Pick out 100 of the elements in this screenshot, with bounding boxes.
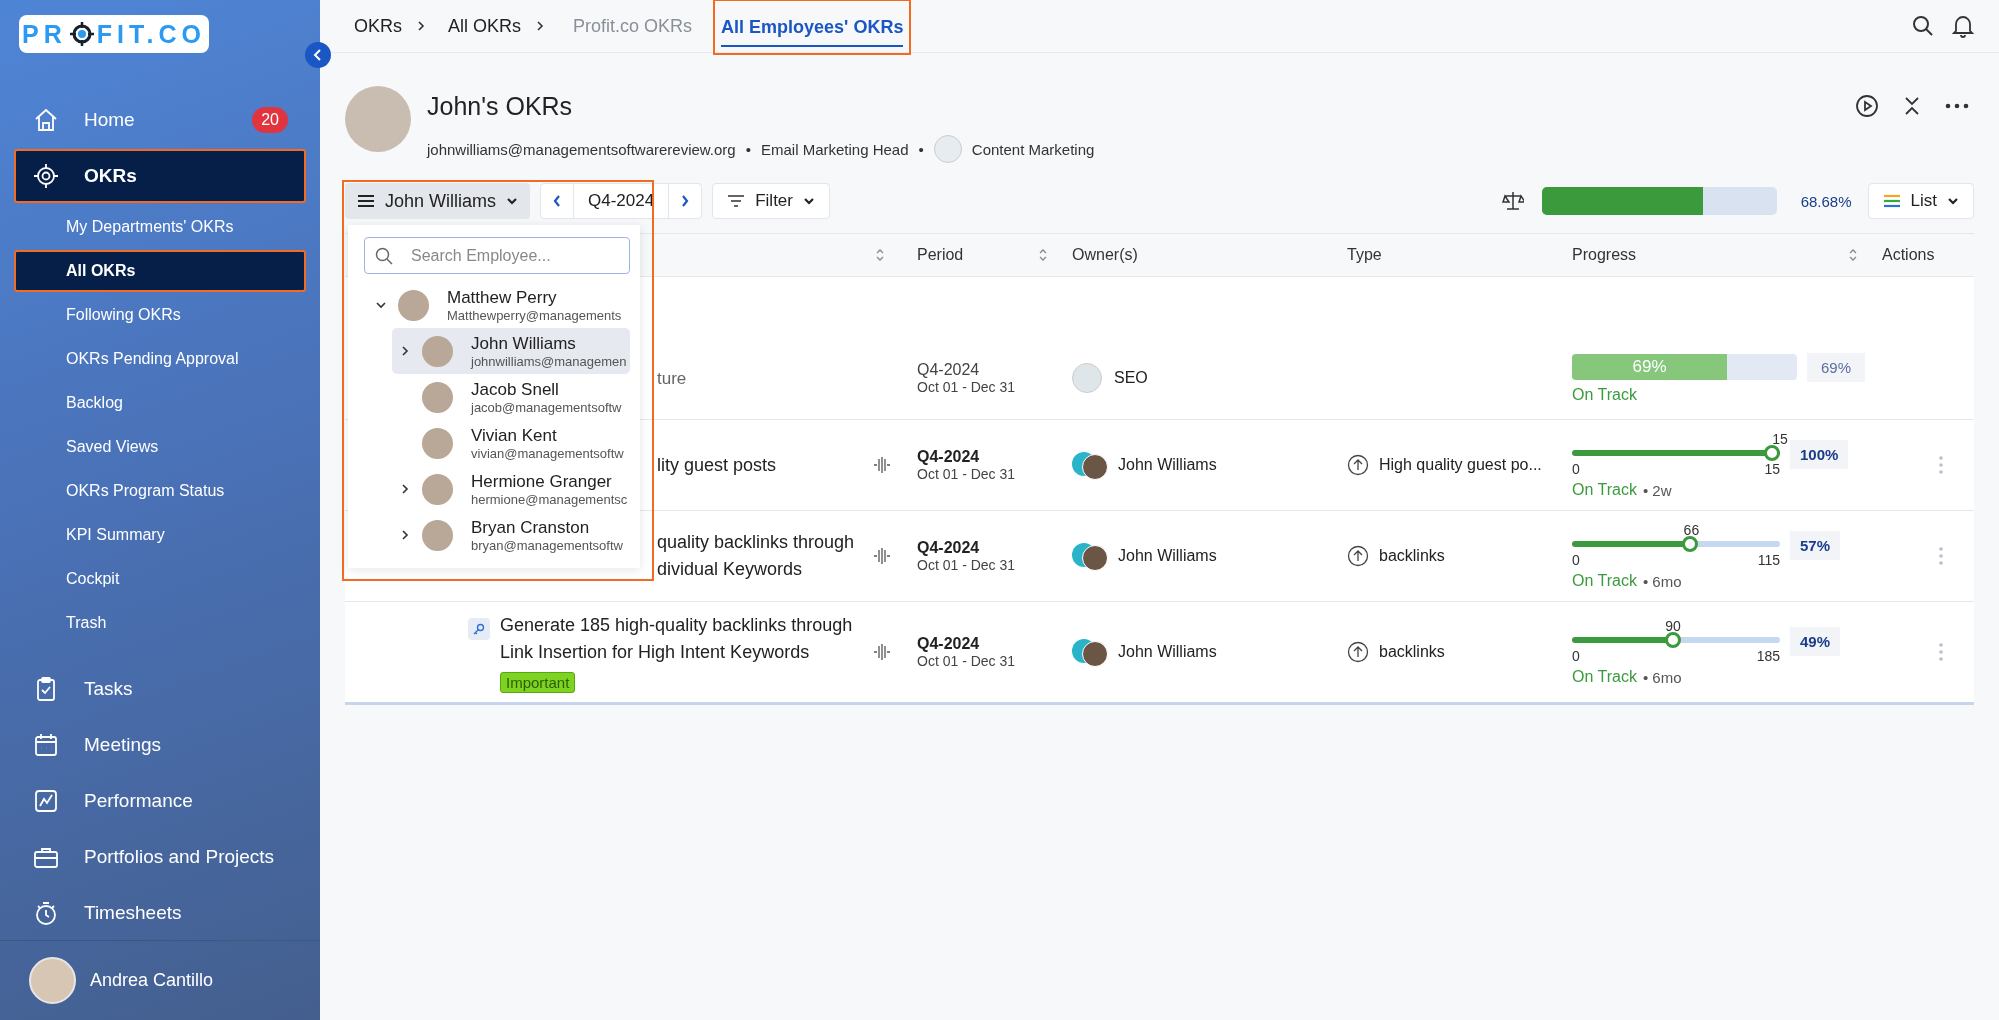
- sort-icon[interactable]: [875, 248, 885, 262]
- nav-subitem[interactable]: Saved Views: [14, 426, 306, 469]
- okr-title[interactable]: quality backlinks through dividual Keywords: [657, 529, 863, 583]
- collapse-button[interactable]: [305, 42, 331, 68]
- next-icon[interactable]: [680, 194, 691, 208]
- nav-item[interactable]: Performance: [14, 774, 306, 829]
- kr-type: High quality guest po...: [1379, 456, 1542, 474]
- caret-icon: [506, 197, 519, 205]
- breadcrumb-link[interactable]: All OKRs: [448, 15, 522, 37]
- employee-dropdown[interactable]: John Williams: [345, 183, 531, 219]
- slider-handle[interactable]: [1764, 445, 1780, 461]
- department-name: Content Marketing: [971, 140, 1095, 158]
- caret-icon: [803, 197, 815, 205]
- sort-icon[interactable]: [1038, 248, 1048, 262]
- list-icon: [1882, 194, 1901, 208]
- last-update: • 2w: [1642, 481, 1672, 499]
- period-text: Q4-2024: [917, 448, 981, 466]
- okr-title[interactable]: ture: [657, 364, 687, 392]
- filter-icon: [727, 194, 746, 208]
- target-value: 185: [1756, 648, 1780, 664]
- nav-subitem[interactable]: All OKRs: [14, 250, 306, 293]
- nav-subitem[interactable]: Backlog: [14, 382, 306, 425]
- nav-item[interactable]: Home 20: [14, 93, 306, 148]
- owner-name: John Williams: [1118, 456, 1217, 474]
- nav-item[interactable]: OKRs: [14, 149, 306, 204]
- nav-item[interactable]: Portfolios and Projects: [14, 830, 306, 885]
- percent-value: 100%: [1790, 439, 1849, 469]
- employee-item[interactable]: John Williams johnwilliams@managemen: [392, 328, 630, 374]
- employee-item[interactable]: Jacob Snell jacob@managementsoftw: [392, 374, 630, 420]
- period-selector[interactable]: Q4-2024: [540, 183, 703, 219]
- view-dropdown[interactable]: List: [1867, 183, 1974, 219]
- owner-avatar: [1072, 452, 1106, 478]
- nav-item[interactable]: Meetings: [14, 718, 306, 773]
- alignment-icon[interactable]: [873, 546, 891, 566]
- owner-avatar: [1072, 543, 1106, 569]
- bell-icon[interactable]: [1952, 14, 1974, 38]
- nav-item[interactable]: Timesheets: [14, 886, 306, 941]
- employee-item[interactable]: Matthew Perry Matthewperry@managements: [374, 282, 630, 328]
- last-update: • 6mo: [1642, 668, 1682, 686]
- user-avatar[interactable]: [29, 957, 76, 1005]
- owner-name: John Williams: [1118, 643, 1217, 661]
- progress-bar: 69%: [1572, 354, 1797, 380]
- notification-badge: 20: [252, 107, 288, 134]
- increase-icon: [1347, 454, 1369, 476]
- column-header: Period: [917, 246, 964, 264]
- slider-handle[interactable]: [1665, 632, 1682, 648]
- start-value: 0: [1572, 648, 1580, 664]
- target-value: 15: [1764, 461, 1780, 477]
- kr-type: backlinks: [1379, 547, 1445, 565]
- employee-item[interactable]: Vivian Kent vivian@managementsoftw: [392, 420, 630, 466]
- menu-icon: [357, 194, 375, 208]
- target-value: 115: [1757, 552, 1780, 568]
- last-update: • 6mo: [1642, 572, 1682, 590]
- period-text: Q4-2024: [917, 635, 981, 653]
- period-text: Q4-2024: [917, 361, 981, 379]
- employee-item[interactable]: Bryan Cranston bryan@managementsoftw: [392, 512, 630, 558]
- page-title: John's OKRs: [427, 92, 574, 121]
- period-dates: Oct 01 - Dec 31: [917, 653, 1016, 669]
- chevron-icon: [536, 20, 545, 32]
- search-field[interactable]: Search Employee...: [364, 237, 630, 274]
- employee-item[interactable]: Hermione Granger hermione@managementsc: [392, 466, 630, 512]
- current-value: 15: [1772, 431, 1788, 447]
- alignment-icon[interactable]: [873, 642, 891, 662]
- nav-subitem[interactable]: My Departments' OKRs: [14, 206, 306, 249]
- filter-button[interactable]: Filter: [712, 183, 830, 219]
- previous-icon[interactable]: [552, 194, 563, 208]
- play-icon[interactable]: [1855, 94, 1879, 118]
- period-dates: Oct 01 - Dec 31: [917, 379, 1016, 395]
- period-dates: Oct 01 - Dec 31: [917, 557, 1016, 573]
- owner-name: John Williams: [1118, 547, 1217, 565]
- more-icon[interactable]: [1945, 103, 1969, 109]
- current-value: 90: [1665, 618, 1681, 634]
- chevron-left-icon: [313, 49, 323, 61]
- alignment-icon[interactable]: [873, 455, 891, 475]
- nav-item[interactable]: Tasks: [14, 662, 306, 717]
- breadcrumb-link[interactable]: OKRs: [354, 15, 402, 37]
- okr-title[interactable]: lity guest posts: [657, 451, 777, 479]
- nav-subitem[interactable]: KPI Summary: [14, 514, 306, 557]
- search-icon[interactable]: [1912, 15, 1934, 37]
- user-name[interactable]: Andrea Cantillo: [90, 970, 214, 992]
- search-icon: [375, 247, 393, 265]
- nav-subitem[interactable]: OKRs Pending Approval: [14, 338, 306, 381]
- increase-icon: [1347, 545, 1369, 567]
- period-dates: Oct 01 - Dec 31: [917, 466, 1016, 482]
- nav-subitem[interactable]: Cockpit: [14, 558, 306, 601]
- priority-tag: Important: [500, 671, 576, 693]
- slider-handle[interactable]: [1682, 536, 1699, 552]
- sort-icon[interactable]: [1848, 248, 1858, 262]
- nav-subitem[interactable]: Following OKRs: [14, 294, 306, 337]
- scale-icon: [1501, 191, 1524, 211]
- tab[interactable]: All Employees' OKRs: [713, 0, 912, 55]
- okr-title[interactable]: Generate 185 high-quality backlinks through Link Insertion for High Intent Keywords: [500, 611, 863, 666]
- increase-icon: [1347, 641, 1369, 663]
- tab[interactable]: Profit.co OKRs: [567, 0, 699, 52]
- email: johnwilliams@managementsoftwarereview.org: [427, 140, 736, 158]
- nav-subitem[interactable]: OKRs Program Status: [14, 470, 306, 513]
- nav-subitem[interactable]: Trash: [14, 602, 306, 645]
- owner-avatar: [1072, 639, 1106, 665]
- period-text: Q4-2024: [917, 539, 981, 557]
- column-header: Actions: [1882, 246, 1935, 264]
